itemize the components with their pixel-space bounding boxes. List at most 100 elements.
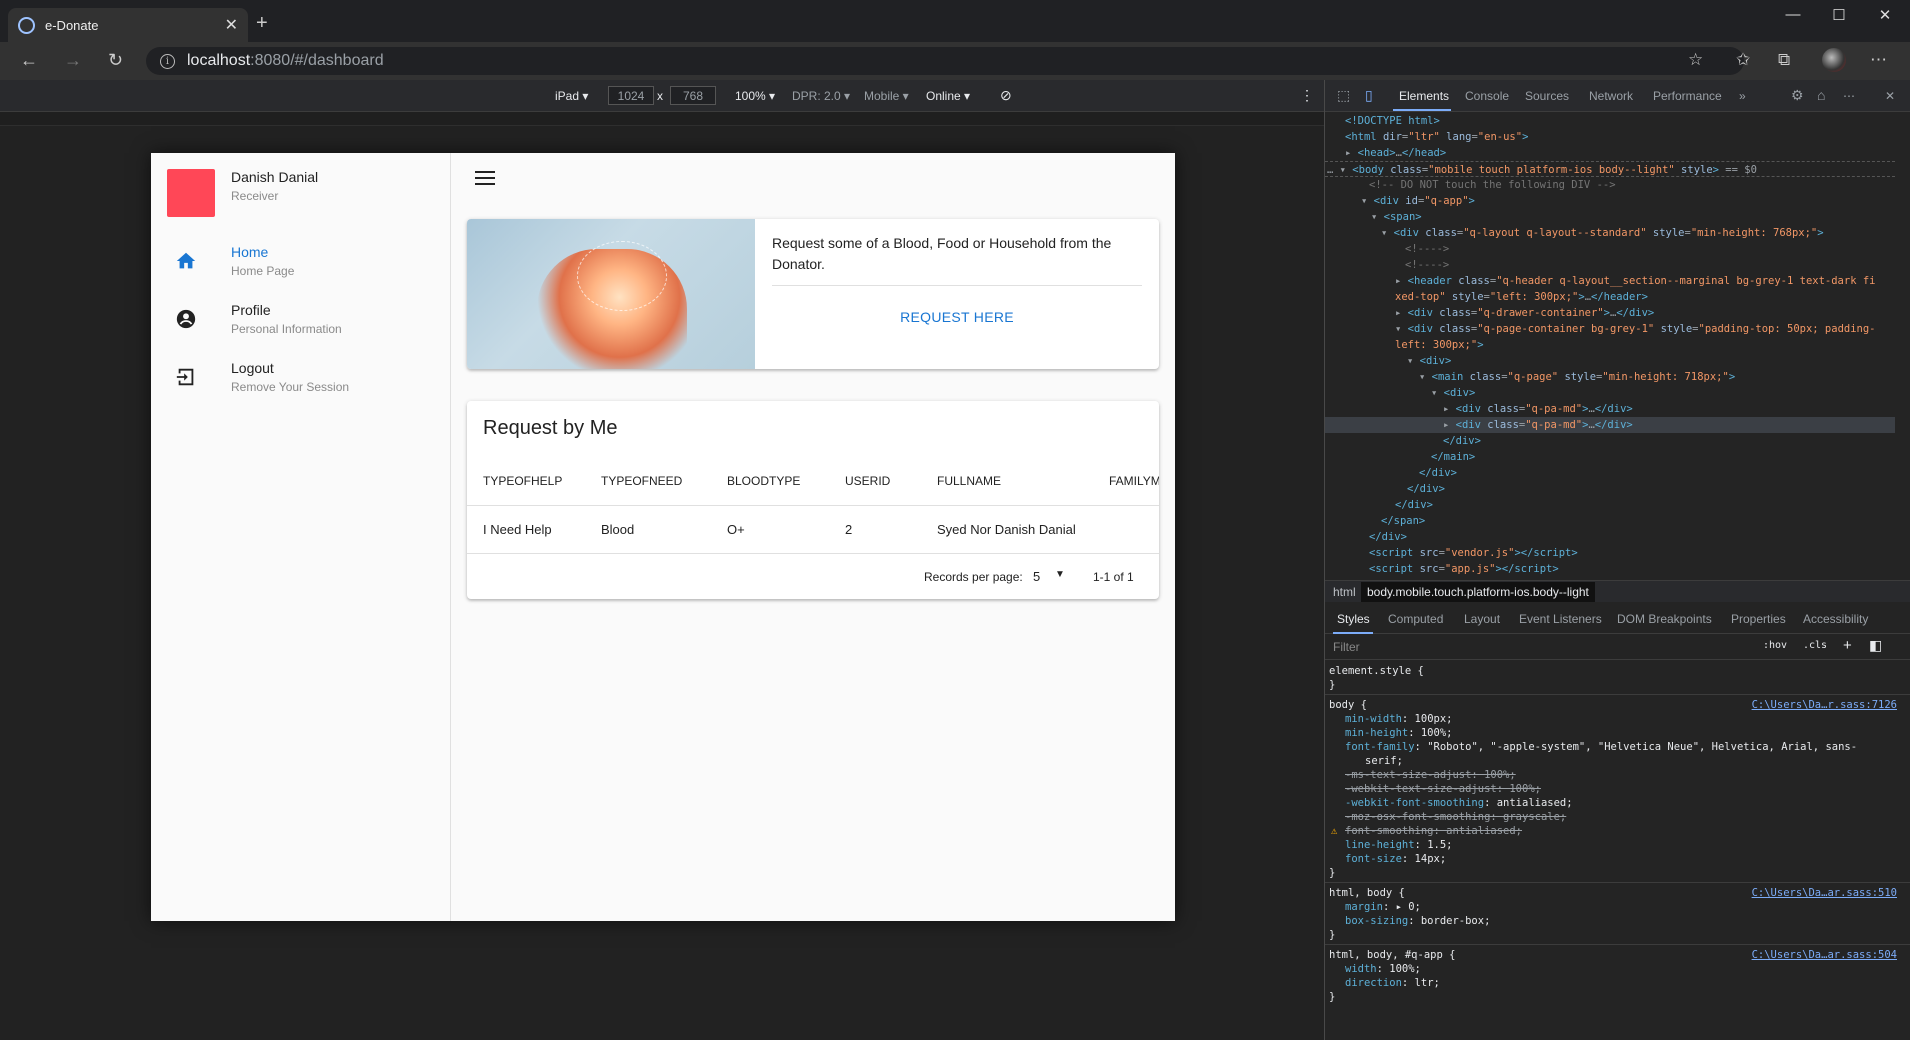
close-tab-icon[interactable]: ✕ <box>225 15 238 35</box>
height-input[interactable]: 768 <box>670 86 716 105</box>
dom-line[interactable]: <script src="vendor.js"></script> <box>1325 545 1895 561</box>
column-header[interactable]: USERID <box>829 457 921 506</box>
dom-line[interactable]: ▾ <div class="q-layout q-layout--standar… <box>1325 225 1895 241</box>
style-declaration[interactable]: direction: ltr; <box>1345 976 1440 990</box>
menu-item-profile[interactable]: Profile Personal Information <box>151 291 451 349</box>
style-declaration[interactable]: box-sizing: border-box; <box>1345 914 1490 928</box>
dom-line[interactable]: ▾ <span> <box>1325 209 1895 225</box>
more-menu-icon[interactable]: ⋯ <box>1870 50 1887 70</box>
style-declaration-overridden[interactable]: -moz-osx-font-smoothing: grayscale; <box>1345 810 1566 824</box>
star-icon[interactable]: ☆ <box>1688 50 1703 70</box>
dom-line[interactable]: <html dir="ltr" lang="en-us"> <box>1325 129 1895 145</box>
style-declaration[interactable]: margin: ▸ 0; <box>1345 900 1421 914</box>
column-header[interactable]: BLOODTYPE <box>711 457 829 506</box>
dom-line-selected[interactable]: ▸ <div class="q-pa-md">…</div> <box>1325 417 1895 433</box>
tab-elements[interactable]: Elements <box>1399 89 1449 103</box>
tab-network[interactable]: Network <box>1589 89 1633 103</box>
subtab-accessibility[interactable]: Accessibility <box>1803 612 1868 626</box>
browser-tab[interactable]: e-Donate ✕ <box>8 8 248 42</box>
dom-line[interactable]: <!DOCTYPE html> <box>1325 113 1895 129</box>
column-header[interactable]: TYPEOFNEED <box>585 457 711 506</box>
styles-filter-input[interactable]: Filter <box>1333 640 1360 654</box>
menu-item-home[interactable]: Home Home Page <box>151 233 451 291</box>
menu-item-logout[interactable]: Logout Remove Your Session <box>151 349 451 407</box>
dom-line[interactable]: </div> <box>1325 497 1895 513</box>
dom-line[interactable]: </div> <box>1325 465 1895 481</box>
dom-line[interactable]: <!-- DO NOT touch the following DIV --> <box>1325 177 1895 193</box>
column-header[interactable]: FULLNAME <box>921 457 1093 506</box>
url-bar[interactable]: i localhost:8080/#/dashboard <box>146 47 1744 75</box>
dom-line[interactable]: </span> <box>1325 513 1895 529</box>
dom-line[interactable]: ▸ <div class="q-drawer-container">…</div… <box>1325 305 1895 321</box>
info-icon[interactable]: i <box>160 53 175 69</box>
subtab-event-listeners[interactable]: Event Listeners <box>1519 612 1602 626</box>
window-close-icon[interactable]: ✕ <box>1870 6 1900 24</box>
dom-line[interactable]: ▾ <div class="q-page-container bg-grey-1… <box>1325 321 1895 337</box>
dom-line[interactable]: ▾ <div> <box>1325 385 1895 401</box>
style-rule-selector[interactable]: html, body { <box>1329 886 1405 900</box>
rotate-icon[interactable]: ⊘ <box>1000 87 1012 104</box>
style-declaration-overridden[interactable]: -ms-text-size-adjust: 100%; <box>1345 768 1516 782</box>
dpr-select[interactable]: DPR: 2.0 ▾ <box>792 89 850 103</box>
dom-line[interactable]: </div> <box>1325 529 1895 545</box>
table-row[interactable]: I Need Help Blood O+ 2 Syed Nor Danish D… <box>467 505 1159 554</box>
hover-state-toggle[interactable]: :hov <box>1763 640 1787 651</box>
style-source-link[interactable]: C:\Users\Da…ar.sass:510 <box>1752 886 1897 900</box>
dom-line[interactable]: <!----> <box>1325 257 1895 273</box>
style-rule-selector[interactable]: html, body, #q-app { <box>1329 948 1455 962</box>
style-declaration[interactable]: min-width: 100px; <box>1345 712 1452 726</box>
device-toggle-icon[interactable]: ▯ <box>1365 87 1373 104</box>
forward-icon[interactable]: → <box>64 50 82 71</box>
zoom-select[interactable]: 100% ▾ <box>735 89 775 103</box>
style-declaration[interactable]: -webkit-font-smoothing: antialiased; <box>1345 796 1573 810</box>
devtools-close-icon[interactable]: ✕ <box>1885 89 1895 103</box>
back-icon[interactable]: ← <box>20 50 38 71</box>
dom-line[interactable]: ▸ <div class="q-pa-md">…</div> <box>1325 401 1895 417</box>
collections-icon[interactable]: ⧉ <box>1778 50 1790 70</box>
dom-line-body[interactable]: … ▾ <body class="mobile touch platform-i… <box>1325 161 1895 177</box>
dom-line[interactable]: left: 300px;"> <box>1325 337 1895 353</box>
favorites-icon[interactable]: ✩ <box>1736 50 1750 70</box>
device-select[interactable]: iPad ▾ <box>555 89 588 103</box>
device-more-icon[interactable]: ⋮ <box>1300 87 1314 104</box>
style-declaration[interactable]: line-height: 1.5; <box>1345 838 1452 852</box>
dom-line[interactable]: </main> <box>1325 449 1895 465</box>
profile-avatar[interactable] <box>1822 48 1846 72</box>
tab-performance[interactable]: Performance <box>1653 89 1722 103</box>
style-declaration-overridden[interactable]: -webkit-text-size-adjust: 100%; <box>1345 782 1541 796</box>
menu-hamburger-icon[interactable] <box>475 171 495 185</box>
records-per-page-select[interactable]: 5 <box>1033 569 1040 584</box>
dropdown-caret-icon[interactable]: ▼ <box>1055 569 1065 580</box>
network-select[interactable]: Online ▾ <box>926 89 970 103</box>
subtab-properties[interactable]: Properties <box>1731 612 1786 626</box>
style-source-link[interactable]: C:\Users\Da…ar.sass:504 <box>1752 948 1897 962</box>
style-declaration[interactable]: font-size: 14px; <box>1345 852 1446 866</box>
request-here-button[interactable]: REQUEST HERE <box>772 299 1142 335</box>
maximize-icon[interactable]: ☐ <box>1824 6 1854 24</box>
more-tabs-icon[interactable]: » <box>1739 89 1746 103</box>
new-tab-icon[interactable]: + <box>256 12 268 35</box>
feedback-icon[interactable]: ⌂ <box>1817 87 1825 103</box>
dom-line[interactable]: ▾ <div> <box>1325 353 1895 369</box>
class-toggle[interactable]: .cls <box>1803 640 1827 651</box>
style-declaration[interactable]: width: 100%; <box>1345 962 1421 976</box>
width-input[interactable]: 1024 <box>608 86 654 105</box>
inspect-element-icon[interactable]: ⬚ <box>1337 87 1350 104</box>
subtab-styles[interactable]: Styles <box>1337 612 1370 626</box>
dom-line[interactable]: <!----> <box>1325 241 1895 257</box>
new-style-rule-icon[interactable]: + <box>1843 637 1852 654</box>
sidebar-toggle-icon[interactable]: ◧ <box>1869 637 1882 654</box>
style-declaration-invalid[interactable]: font-smoothing: antialiased; <box>1345 824 1522 838</box>
dom-line[interactable]: ▸ <header class="q-header q-layout__sect… <box>1325 273 1895 289</box>
style-declaration[interactable]: min-height: 100%; <box>1345 726 1452 740</box>
dom-line[interactable]: ▾ <div id="q-app"> <box>1325 193 1895 209</box>
dom-line[interactable]: <script src="app.js"></script> <box>1325 561 1895 577</box>
settings-gear-icon[interactable]: ⚙ <box>1791 87 1804 104</box>
dom-line[interactable]: ▾ <main class="q-page" style="min-height… <box>1325 369 1895 385</box>
style-source-link[interactable]: C:\Users\Da…r.sass:7126 <box>1752 698 1897 712</box>
column-header[interactable]: FAMILYMEMBER <box>1093 457 1159 506</box>
mode-select[interactable]: Mobile ▾ <box>864 89 909 103</box>
devtools-more-icon[interactable]: ⋯ <box>1843 89 1855 103</box>
column-header[interactable]: TYPEOFHELP <box>467 457 585 506</box>
dom-line[interactable]: xed-top" style="left: 300px;">…</header> <box>1325 289 1895 305</box>
